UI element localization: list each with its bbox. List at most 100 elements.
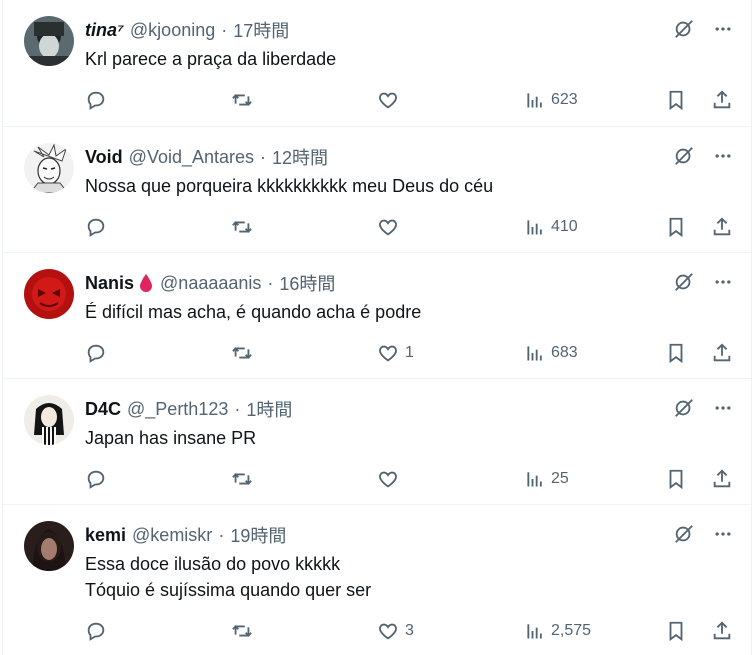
like-button[interactable]: 1	[377, 342, 414, 364]
retweet-button[interactable]	[231, 89, 259, 111]
tweet[interactable]: kemi @kemiskr · 19時間 Essa doce ilusão do…	[3, 505, 751, 655]
more-icon[interactable]	[713, 272, 733, 292]
reply-icon	[87, 470, 105, 489]
avatar[interactable]	[24, 395, 74, 445]
like-button[interactable]	[377, 468, 405, 490]
timestamp[interactable]: 1時間	[246, 396, 292, 422]
display-name[interactable]: Void	[85, 147, 123, 168]
separator: ·	[221, 19, 228, 40]
share-icon	[713, 90, 731, 109]
retweet-button[interactable]	[231, 216, 259, 238]
tweet-top-actions	[673, 271, 733, 293]
action-bar: 623	[85, 88, 733, 112]
timestamp[interactable]: 16時間	[279, 270, 335, 296]
timestamp[interactable]: 19時間	[230, 522, 286, 548]
separator: ·	[267, 272, 274, 293]
display-name[interactable]: tina⁷	[85, 20, 124, 41]
reply-button[interactable]	[85, 342, 113, 364]
share-button[interactable]	[711, 89, 733, 111]
retweet-icon	[232, 625, 252, 637]
more-icon[interactable]	[713, 19, 733, 39]
views-button[interactable]: 2,575	[525, 621, 591, 641]
views-count: 2,575	[551, 622, 592, 639]
bookmark-icon	[669, 343, 683, 364]
tweet-text: É difícil mas acha, é quando acha é podr…	[85, 302, 422, 322]
tweet-header: kemi @kemiskr · 19時間	[85, 523, 731, 547]
tweet-top-actions	[673, 18, 733, 40]
reply-icon	[87, 344, 105, 363]
avatar[interactable]	[24, 16, 74, 66]
timestamp[interactable]: 12時間	[272, 144, 328, 170]
views-button[interactable]: 25	[525, 469, 569, 489]
tweet-header: D4C @_Perth123 · 1時間	[85, 397, 731, 421]
reply-icon	[87, 91, 105, 110]
timestamp[interactable]: 17時間	[233, 17, 289, 43]
views-button[interactable]: 623	[525, 90, 578, 110]
user-handle[interactable]: @Void_Antares	[129, 147, 254, 168]
views-count: 25	[551, 470, 569, 487]
display-name[interactable]: Nanis	[85, 273, 134, 294]
tweet[interactable]: D4C @_Perth123 · 1時間 Japan has insane PR…	[3, 379, 751, 505]
like-count: 1	[405, 344, 414, 361]
more-icon[interactable]	[713, 398, 733, 418]
views-count: 623	[551, 91, 578, 108]
retweet-icon	[232, 473, 252, 485]
bookmark-button[interactable]	[665, 216, 687, 238]
tweet[interactable]: Void @Void_Antares · 12時間 Nossa que porq…	[3, 127, 751, 253]
views-button[interactable]: 410	[525, 217, 578, 237]
grok-icon[interactable]	[673, 271, 695, 293]
tweet-text: Krl parece a praça da liberdade	[85, 49, 337, 69]
grok-icon[interactable]	[673, 397, 695, 419]
tweet[interactable]: Nanis @naaaaanis · 16時間 É difícil mas ac…	[3, 253, 751, 379]
share-button[interactable]	[711, 620, 733, 642]
tweet-top-actions	[673, 145, 733, 167]
blood-drop-icon	[138, 273, 154, 293]
like-button[interactable]	[377, 89, 405, 111]
user-handle[interactable]: @kemiskr	[132, 525, 212, 546]
reply-button[interactable]	[85, 468, 113, 490]
like-button[interactable]: 3	[377, 620, 414, 642]
reply-button[interactable]	[85, 216, 113, 238]
action-bar: 3 2,575	[85, 619, 733, 643]
views-icon	[527, 220, 542, 235]
bookmark-icon	[669, 621, 683, 642]
avatar[interactable]	[24, 269, 74, 319]
bookmark-button[interactable]	[665, 342, 687, 364]
share-icon	[713, 217, 731, 236]
heart-icon	[379, 219, 397, 236]
reply-button[interactable]	[85, 620, 113, 642]
user-handle[interactable]: @kjooning	[130, 20, 215, 41]
heart-icon	[379, 92, 397, 109]
views-icon	[527, 624, 542, 639]
retweet-button[interactable]	[231, 342, 259, 364]
user-handle[interactable]: @naaaaanis	[160, 273, 261, 294]
views-count: 683	[551, 344, 578, 361]
avatar[interactable]	[24, 521, 74, 571]
reply-icon	[87, 218, 105, 237]
avatar[interactable]	[24, 143, 74, 193]
more-icon[interactable]	[713, 524, 733, 544]
retweet-button[interactable]	[231, 620, 259, 642]
like-button[interactable]	[377, 216, 405, 238]
tweet[interactable]: tina⁷ @kjooning · 17時間 Krl parece a praç…	[3, 0, 751, 127]
tweet-text: Essa doce ilusão do povo kkkkk Tóquio é …	[85, 554, 372, 600]
retweet-button[interactable]	[231, 468, 259, 490]
reply-button[interactable]	[85, 89, 113, 111]
grok-icon[interactable]	[673, 145, 695, 167]
more-icon[interactable]	[713, 146, 733, 166]
display-name[interactable]: D4C	[85, 399, 121, 420]
views-button[interactable]: 683	[525, 343, 578, 363]
bookmark-button[interactable]	[665, 620, 687, 642]
user-handle[interactable]: @_Perth123	[127, 399, 228, 420]
display-name[interactable]: kemi	[85, 525, 126, 546]
bookmark-button[interactable]	[665, 468, 687, 490]
share-button[interactable]	[711, 342, 733, 364]
retweet-icon	[232, 221, 252, 233]
grok-icon[interactable]	[673, 18, 695, 40]
bookmark-icon	[669, 469, 683, 490]
grok-icon[interactable]	[673, 523, 695, 545]
bookmark-button[interactable]	[665, 89, 687, 111]
share-button[interactable]	[711, 468, 733, 490]
views-icon	[527, 93, 542, 108]
share-button[interactable]	[711, 216, 733, 238]
